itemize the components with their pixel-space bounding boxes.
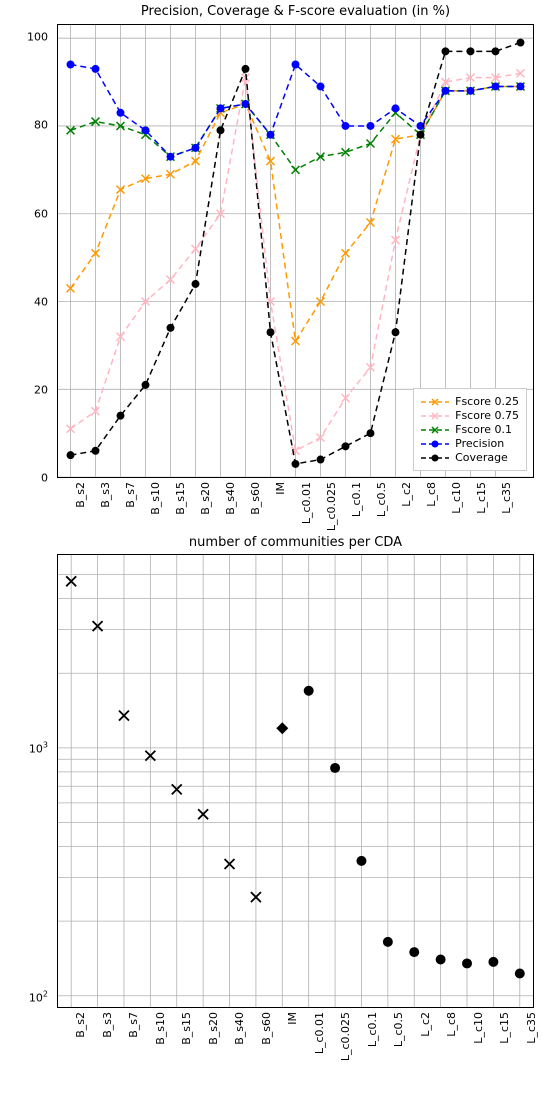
y-tick-label: 103 [29,740,48,755]
x-tick-label: L_c0.01 [313,1012,326,1054]
y-axis-ticks-bottom: 102 103 [0,554,52,1008]
y-tick-label: 100 [27,31,48,44]
x-tick-label: L_c10 [472,1012,485,1044]
y-tick-label: 60 [34,207,48,220]
x-tick-label: B_s7 [127,1012,140,1038]
x-tick-label: B_s40 [233,1012,246,1045]
legend-label: Precision [455,437,504,450]
x-tick-label: B_s3 [99,482,112,508]
legend-label: Fscore 0.1 [455,423,512,436]
x-tick-label: L_c35 [500,482,513,514]
chart-panel-top: Fscore 0.25Fscore 0.75Fscore 0.1Precisio… [57,24,534,478]
legend-item: Fscore 0.75 [421,409,519,422]
y-tick-label: 20 [34,383,48,396]
x-tick-label: IM [274,482,287,495]
x-tick-label: B_s40 [224,482,237,515]
legend-item: Precision [421,437,519,450]
x-tick-label: B_s60 [249,482,262,515]
legend-item: Fscore 0.1 [421,423,519,436]
x-tick-label: L_c10 [450,482,463,514]
x-tick-label: L_c2 [419,1012,432,1037]
x-tick-label: B_s10 [154,1012,167,1045]
x-tick-label: B_s2 [74,1012,87,1038]
x-tick-label: B_s7 [124,482,137,508]
chart-title-bottom: number of communities per CDA [57,535,534,550]
y-tick-label: 80 [34,119,48,132]
x-tick-label: L_c0.01 [300,482,313,524]
x-tick-label: L_c8 [425,482,438,507]
y-tick-label: 40 [34,295,48,308]
legend: Fscore 0.25Fscore 0.75Fscore 0.1Precisio… [413,388,527,471]
legend-label: Fscore 0.75 [455,409,519,422]
x-tick-label: L_c35 [525,1012,538,1044]
legend-label: Fscore 0.25 [455,395,519,408]
x-tick-label: B_s15 [174,482,187,515]
x-tick-label: IM [286,1012,299,1025]
x-tick-label: B_s10 [149,482,162,515]
chart-title-top: Precision, Coverage & F-score evaluation… [57,4,534,19]
x-tick-label: B_s60 [260,1012,273,1045]
figure: { "chart_data": [ { "type": "line", "tit… [0,0,552,1120]
x-tick-label: L_c15 [498,1012,511,1044]
x-tick-label: L_c0.5 [392,1012,405,1047]
x-tick-label: L_c15 [475,482,488,514]
x-tick-label: L_c0.1 [366,1012,379,1047]
x-tick-label: B_s20 [207,1012,220,1045]
x-axis-ticks-bottom: B_s2 B_s3 B_s7 B_s10 B_s15 B_s20 B_s40 B_s60 IM L… [57,1008,534,1098]
x-tick-label: L_c2 [400,482,413,507]
plot-svg-bottom [58,555,533,1007]
x-tick-label: B_s2 [74,482,87,508]
y-tick-label: 102 [29,989,48,1004]
x-tick-label: L_c0.5 [375,482,388,517]
legend-item: Coverage [421,451,519,464]
legend-item: Fscore 0.25 [421,395,519,408]
x-tick-label: B_s3 [101,1012,114,1038]
chart-panel-bottom [57,554,534,1008]
x-tick-label: L_c0.025 [325,482,338,531]
x-tick-label: L_c0.025 [339,1012,352,1061]
legend-label: Coverage [455,451,508,464]
x-tick-label: B_s20 [199,482,212,515]
x-tick-label: L_c0.1 [350,482,363,517]
y-axis-ticks-top: 020406080100 [0,24,52,478]
x-tick-label: B_s15 [180,1012,193,1045]
y-tick-label: 0 [41,472,48,485]
x-tick-label: L_c8 [445,1012,458,1037]
